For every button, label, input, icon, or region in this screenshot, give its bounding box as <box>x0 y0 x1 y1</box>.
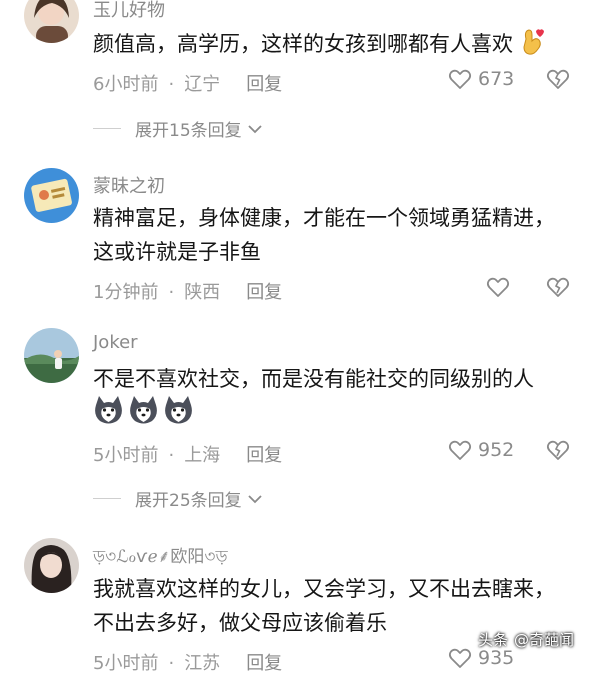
broken-heart-icon <box>546 69 570 89</box>
comment-location: 江苏 <box>184 653 221 674</box>
hand-heart-icon <box>520 27 546 67</box>
like-button[interactable] <box>486 276 510 298</box>
comment-text: 不是不喜欢社交，而是没有能社交的同级别的人 <box>93 367 534 391</box>
separator-dot: · <box>168 445 175 466</box>
emoji-row <box>93 395 194 425</box>
separator-dot: · <box>168 653 175 674</box>
comment-text-content: 颜值高，高学历，这样的女孩到哪都有人喜欢 <box>93 32 513 56</box>
comment-meta: 6小时前 · 辽宁 回复 <box>93 70 282 96</box>
comment-text: 精神富足，身体健康，才能在一个领域勇猛精进，这或许就是子非鱼 <box>93 206 555 264</box>
avatar[interactable] <box>24 168 79 223</box>
reply-button[interactable]: 回复 <box>246 653 282 674</box>
comment-time: 1分钟前 <box>93 282 159 303</box>
heart-outline-icon <box>448 440 472 460</box>
chevron-down-icon <box>248 124 262 133</box>
username[interactable]: 玉儿好物 <box>93 0 165 22</box>
avatar[interactable] <box>24 0 79 43</box>
like-count: 673 <box>478 68 515 90</box>
reply-button[interactable]: 回复 <box>246 74 282 95</box>
comment-meta: 5小时前 · 江苏 回复 <box>93 649 282 675</box>
chevron-down-icon <box>248 494 262 503</box>
like-button[interactable]: 952 <box>448 439 514 461</box>
watermark-account: @奇葩闻 <box>514 631 575 649</box>
expand-replies-label: 展开25条回复 <box>135 491 242 511</box>
heart-outline-icon <box>448 69 472 89</box>
expand-replies-label: 展开15条回复 <box>135 121 242 141</box>
dislike-button[interactable] <box>546 276 570 302</box>
platform-watermark: 头条 @奇葩闻 <box>478 629 574 650</box>
divider-line <box>93 498 121 499</box>
comment-time: 5小时前 <box>93 653 159 674</box>
reply-button[interactable]: 回复 <box>246 445 282 466</box>
dislike-button[interactable] <box>546 68 570 94</box>
broken-heart-icon <box>546 277 570 297</box>
comment-meta: 5小时前 · 上海 回复 <box>93 441 282 467</box>
like-button[interactable]: 935 <box>448 647 514 669</box>
divider-line <box>93 128 121 129</box>
heart-outline-icon <box>486 277 510 297</box>
watermark-platform: 头条 <box>478 631 509 649</box>
username[interactable]: ড়৩ℒℴѵℯ⸙欧阳৩ড় <box>93 542 228 572</box>
comment-time: 6小时前 <box>93 74 159 95</box>
comment-time: 5小时前 <box>93 445 159 466</box>
comment-location: 辽宁 <box>184 74 221 95</box>
husky-dog-icon <box>95 396 122 424</box>
expand-replies-button[interactable]: 展开15条回复 <box>93 116 264 141</box>
avatar[interactable] <box>24 328 79 383</box>
like-count: 952 <box>478 439 515 461</box>
like-button[interactable]: 673 <box>448 68 514 90</box>
husky-dog-icon <box>165 396 192 424</box>
comment-location: 陕西 <box>184 282 221 303</box>
heart-outline-icon <box>448 648 472 668</box>
broken-heart-icon <box>546 440 570 460</box>
comment-meta: 1分钟前 · 陕西 回复 <box>93 278 282 304</box>
dislike-button[interactable] <box>546 439 570 465</box>
expand-replies-button[interactable]: 展开25条回复 <box>93 486 264 511</box>
username[interactable]: Joker <box>93 332 138 353</box>
username[interactable]: 蒙昧之初 <box>93 172 165 198</box>
separator-dot: · <box>168 282 175 303</box>
separator-dot: · <box>168 74 175 95</box>
comment-text: 颜值高，高学历，这样的女孩到哪都有人喜欢 <box>93 27 563 67</box>
reply-button[interactable]: 回复 <box>246 282 282 303</box>
comment-location: 上海 <box>184 445 221 466</box>
husky-dog-icon <box>130 396 157 424</box>
avatar[interactable] <box>24 538 79 593</box>
like-count: 935 <box>478 647 515 669</box>
